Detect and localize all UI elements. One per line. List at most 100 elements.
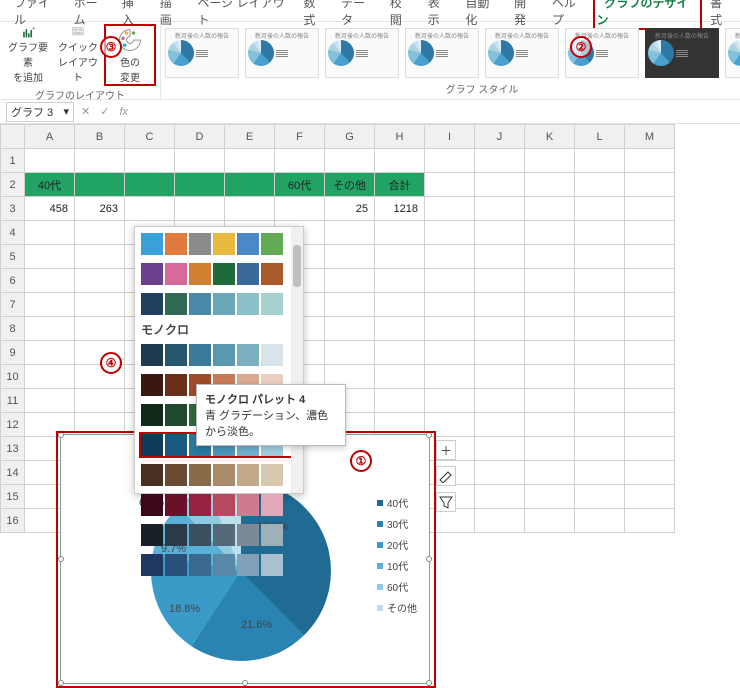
cell[interactable] bbox=[475, 173, 525, 197]
cell[interactable] bbox=[75, 293, 125, 317]
column-header[interactable]: G bbox=[325, 125, 375, 149]
cell[interactable] bbox=[525, 413, 575, 437]
chart-styles-gallery[interactable]: 新月後の人数の報告新月後の人数の報告新月後の人数の報告新月後の人数の報告新月後の… bbox=[165, 24, 740, 80]
cell[interactable] bbox=[575, 485, 625, 509]
cell[interactable] bbox=[625, 341, 675, 365]
column-header[interactable]: B bbox=[75, 125, 125, 149]
cell[interactable] bbox=[575, 317, 625, 341]
cell[interactable] bbox=[625, 413, 675, 437]
row-header[interactable]: 14 bbox=[1, 461, 25, 485]
palette-row[interactable] bbox=[139, 342, 299, 368]
cell[interactable] bbox=[625, 293, 675, 317]
cell[interactable] bbox=[425, 149, 475, 173]
cell[interactable] bbox=[425, 365, 475, 389]
add-chart-element-button[interactable]: + グラフ要素 を追加 bbox=[4, 26, 52, 84]
chart-elements-icon[interactable]: ＋ bbox=[436, 440, 456, 460]
cell[interactable] bbox=[375, 317, 425, 341]
cell[interactable] bbox=[475, 365, 525, 389]
cell[interactable] bbox=[325, 221, 375, 245]
cell[interactable] bbox=[275, 149, 325, 173]
cell[interactable] bbox=[25, 365, 75, 389]
chart-style-thumb[interactable]: 新月後の人数の報告 bbox=[245, 28, 319, 78]
palette-row[interactable] bbox=[139, 552, 299, 578]
fx-icon[interactable]: fx bbox=[116, 106, 131, 118]
cell[interactable]: その他 bbox=[325, 173, 375, 197]
cell[interactable] bbox=[525, 437, 575, 461]
cell[interactable] bbox=[575, 197, 625, 221]
cell[interactable]: 60代 bbox=[275, 173, 325, 197]
cell[interactable] bbox=[75, 149, 125, 173]
cell[interactable] bbox=[25, 341, 75, 365]
legend-item[interactable]: 60代 bbox=[377, 579, 417, 594]
column-header[interactable]: H bbox=[375, 125, 425, 149]
cell[interactable] bbox=[625, 197, 675, 221]
cell[interactable] bbox=[75, 365, 125, 389]
column-header[interactable]: J bbox=[475, 125, 525, 149]
cell[interactable]: 263 bbox=[75, 197, 125, 221]
cell[interactable] bbox=[475, 461, 525, 485]
cell[interactable] bbox=[75, 173, 125, 197]
cell[interactable] bbox=[225, 197, 275, 221]
change-colors-button[interactable]: 色の 変更 bbox=[106, 26, 154, 84]
cell[interactable] bbox=[375, 413, 425, 437]
cell[interactable] bbox=[475, 221, 525, 245]
chart-styles-icon[interactable] bbox=[436, 466, 456, 486]
cell[interactable] bbox=[475, 437, 525, 461]
cell[interactable] bbox=[25, 317, 75, 341]
cell[interactable] bbox=[75, 269, 125, 293]
cell[interactable] bbox=[475, 245, 525, 269]
row-header[interactable]: 11 bbox=[1, 389, 25, 413]
cell[interactable] bbox=[625, 269, 675, 293]
cell[interactable] bbox=[275, 197, 325, 221]
cell[interactable] bbox=[475, 197, 525, 221]
cell[interactable] bbox=[25, 221, 75, 245]
cell[interactable] bbox=[475, 317, 525, 341]
cell[interactable] bbox=[425, 509, 475, 533]
row-header[interactable]: 5 bbox=[1, 245, 25, 269]
cell[interactable] bbox=[525, 173, 575, 197]
cell[interactable] bbox=[75, 221, 125, 245]
row-header[interactable]: 15 bbox=[1, 485, 25, 509]
cell[interactable] bbox=[575, 293, 625, 317]
row-header[interactable]: 3 bbox=[1, 197, 25, 221]
row-header[interactable]: 6 bbox=[1, 269, 25, 293]
cell[interactable] bbox=[25, 149, 75, 173]
cell[interactable] bbox=[325, 293, 375, 317]
chart-style-thumb[interactable]: 新月後の人数の報告 bbox=[405, 28, 479, 78]
cell[interactable] bbox=[575, 413, 625, 437]
cell[interactable] bbox=[325, 317, 375, 341]
cell[interactable] bbox=[575, 365, 625, 389]
row-header[interactable]: 10 bbox=[1, 365, 25, 389]
cell[interactable] bbox=[125, 197, 175, 221]
cell[interactable] bbox=[325, 149, 375, 173]
cell[interactable] bbox=[475, 293, 525, 317]
row-header[interactable]: 7 bbox=[1, 293, 25, 317]
column-header[interactable]: M bbox=[625, 125, 675, 149]
cell[interactable] bbox=[625, 173, 675, 197]
cell[interactable] bbox=[475, 413, 525, 437]
cell[interactable] bbox=[575, 437, 625, 461]
cell[interactable] bbox=[575, 509, 625, 533]
cell[interactable] bbox=[625, 389, 675, 413]
row-header[interactable]: 9 bbox=[1, 341, 25, 365]
cell[interactable] bbox=[625, 509, 675, 533]
cell[interactable]: 1218 bbox=[375, 197, 425, 221]
palette-row[interactable] bbox=[139, 522, 299, 548]
column-header[interactable]: K bbox=[525, 125, 575, 149]
column-header[interactable]: C bbox=[125, 125, 175, 149]
cell[interactable]: 458 bbox=[25, 197, 75, 221]
cell[interactable]: 合計 bbox=[375, 173, 425, 197]
cell[interactable] bbox=[425, 269, 475, 293]
quick-layout-button[interactable]: クイック レイアウト bbox=[54, 26, 102, 84]
cell[interactable] bbox=[425, 341, 475, 365]
chart-style-thumb[interactable]: 新月後の人数の報告 bbox=[485, 28, 559, 78]
palette-row[interactable] bbox=[139, 291, 299, 317]
chevron-down-icon[interactable]: ▾ bbox=[63, 105, 69, 118]
cell[interactable] bbox=[625, 221, 675, 245]
cell[interactable] bbox=[425, 245, 475, 269]
cell[interactable] bbox=[75, 341, 125, 365]
cell[interactable] bbox=[575, 173, 625, 197]
column-header[interactable]: F bbox=[275, 125, 325, 149]
cell[interactable] bbox=[575, 221, 625, 245]
row-header[interactable]: 1 bbox=[1, 149, 25, 173]
